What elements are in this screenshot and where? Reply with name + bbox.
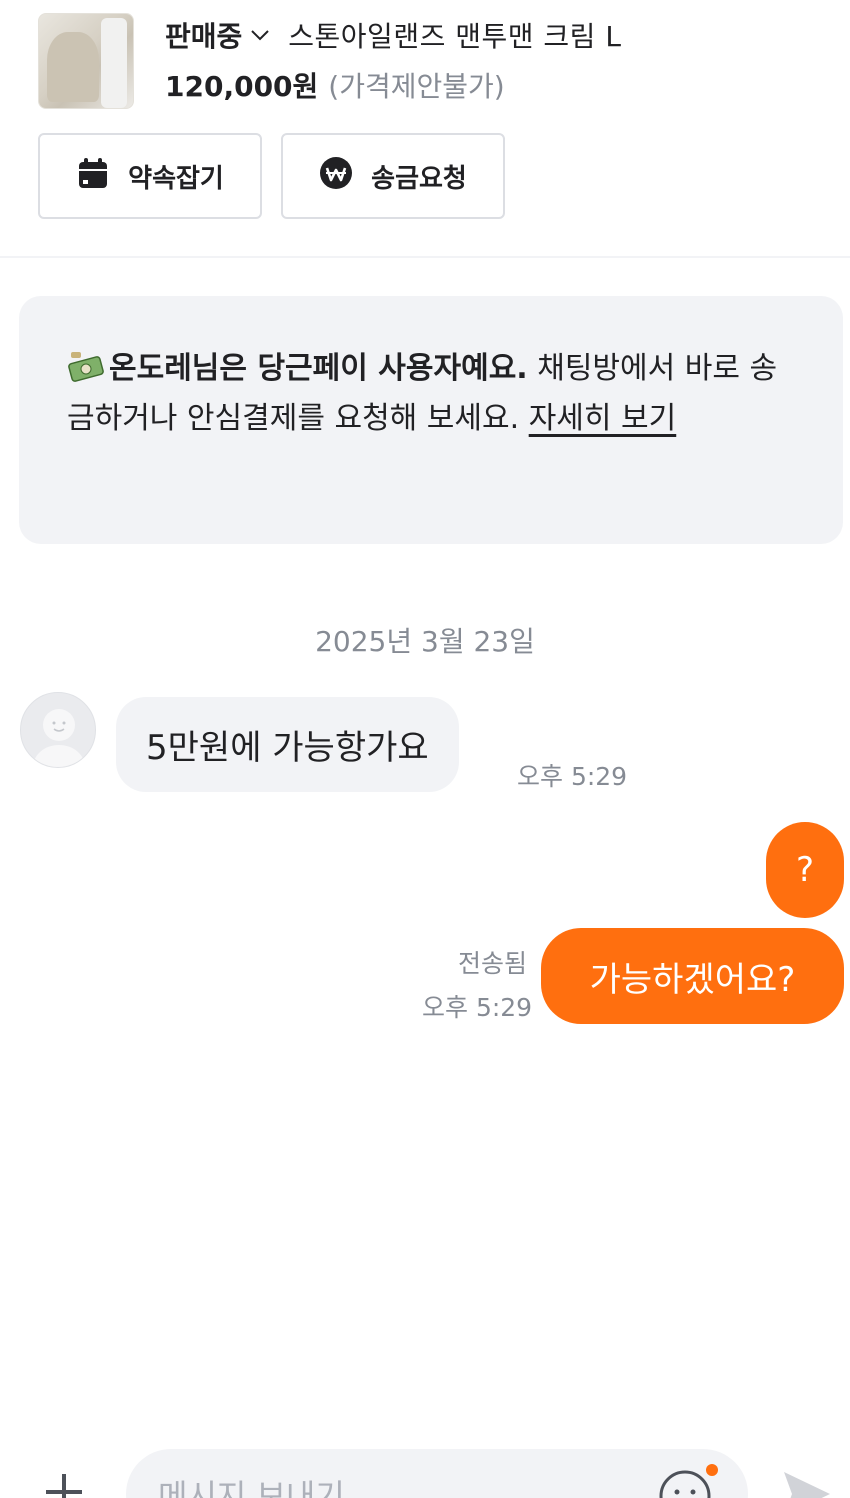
won-coin-icon [319, 156, 353, 197]
chat-screen: 판매중 스톤아일랜즈 맨투맨 크림 L 120,000원 (가격제안불가) 약속… [0, 0, 850, 1498]
price-row: 120,000원 (가격제안불가) [165, 62, 505, 108]
request-payment-button[interactable]: 송금요청 [281, 133, 505, 219]
sale-status-dropdown[interactable]: 판매중 [165, 15, 242, 55]
message-composer: 메시지 보내기 [0, 1440, 850, 1498]
message-time: 오후 5:29 [517, 762, 628, 791]
learn-more-link[interactable]: 자세히 보기 [529, 401, 677, 436]
chevron-down-icon[interactable] [250, 25, 270, 45]
date-divider: 2025년 3월 23일 [315, 625, 535, 658]
message-input-placeholder: 메시지 보내기 [158, 1477, 345, 1498]
emoji-icon[interactable] [657, 1468, 713, 1498]
outgoing-message-bubble[interactable]: ? [766, 822, 844, 918]
message-time: 오후 5:29 [422, 993, 533, 1022]
avatar[interactable] [20, 692, 96, 768]
message-text: 가능하겠어요? [589, 959, 796, 1000]
money-icon [67, 350, 107, 384]
calendar-icon [76, 156, 110, 197]
notification-dot [706, 1464, 718, 1476]
outgoing-message-bubble[interactable]: 가능하겠어요? [541, 928, 844, 1024]
product-header: 판매중 스톤아일랜즈 맨투맨 크림 L 120,000원 (가격제안불가) 약속… [0, 0, 850, 258]
make-appointment-label: 약속잡기 [128, 163, 224, 194]
product-price: 120,000원 [165, 70, 319, 103]
plus-icon[interactable] [40, 1468, 88, 1498]
product-thumbnail[interactable] [38, 13, 134, 109]
make-appointment-button[interactable]: 약속잡기 [38, 133, 262, 219]
pay-info-banner: 온도레님은 당근페이 사용자예요. 채팅방에서 바로 송금하거나 안심결제를 요… [19, 296, 843, 544]
sent-status: 전송됨 [458, 949, 528, 978]
incoming-message-bubble[interactable]: 5만원에 가능항가요 [116, 697, 459, 792]
message-text: 5만원에 가능항가요 [146, 728, 429, 768]
request-payment-label: 송금요청 [371, 163, 467, 194]
price-note: (가격제안불가) [328, 70, 505, 103]
message-input[interactable]: 메시지 보내기 [126, 1449, 748, 1498]
product-status-row: 판매중 스톤아일랜즈 맨투맨 크림 L [165, 12, 621, 58]
send-icon[interactable] [780, 1466, 834, 1498]
message-text: ? [795, 850, 815, 890]
pay-user-notice: 온도레님은 당근페이 사용자예요. [109, 351, 528, 386]
product-title[interactable]: 스톤아일랜즈 맨투맨 크림 L [288, 15, 621, 55]
